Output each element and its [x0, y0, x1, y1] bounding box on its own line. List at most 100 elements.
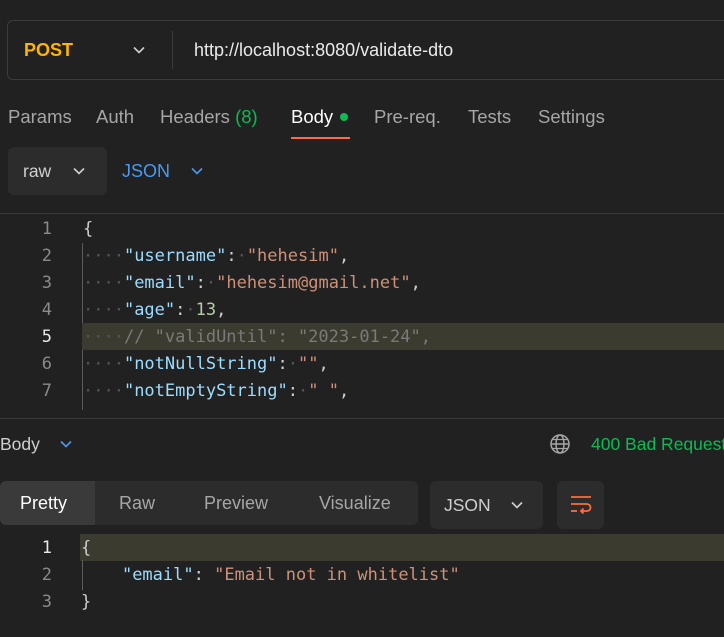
code-line[interactable]: ····"notEmptyString":·" ", — [83, 381, 349, 401]
view-tab-preview[interactable]: Preview — [204, 481, 268, 525]
tab-params[interactable]: Params — [8, 104, 72, 130]
indent-dots: · — [287, 354, 298, 374]
line-number: 6 — [41, 354, 52, 374]
indent-dots: ···· — [83, 381, 124, 401]
editor-divider — [0, 213, 724, 214]
body-language-select[interactable]: JSON — [122, 147, 170, 195]
line-number: 3 — [41, 592, 52, 612]
indent-dots: ···· — [83, 273, 124, 293]
brace: { — [83, 219, 94, 239]
json-value: " " — [308, 381, 339, 401]
tab-settings[interactable]: Settings — [538, 104, 605, 130]
indent-dots: · — [205, 273, 217, 293]
colon: : — [226, 246, 237, 266]
tab-headers[interactable]: Headers (8) — [160, 104, 258, 130]
view-tab-visualize[interactable]: Visualize — [319, 481, 391, 525]
chevron-down-icon[interactable] — [58, 436, 74, 452]
comma: , — [338, 246, 350, 266]
json-key: "notEmptyString" — [123, 381, 288, 401]
status-badge[interactable]: 400 Bad Request — [591, 433, 724, 455]
url-input[interactable]: http://localhost:8080/validate-dto — [194, 21, 453, 79]
tab-body[interactable]: Body — [291, 104, 349, 130]
wrap-lines-icon — [571, 496, 592, 515]
chevron-down-icon[interactable] — [190, 164, 204, 178]
brace: { — [81, 538, 92, 558]
indent-dots: · — [297, 381, 309, 401]
colon: : — [175, 300, 186, 320]
line-number: 2 — [41, 565, 52, 585]
body-type-select[interactable]: raw — [8, 147, 107, 195]
response-section-label[interactable]: Body — [0, 434, 40, 454]
code-line[interactable]: ····"email":·"hehesim@gmail.net", — [83, 273, 421, 293]
body-modified-dot — [340, 113, 349, 121]
colon: : — [277, 354, 288, 374]
tab-label: Body — [291, 106, 334, 127]
chevron-down-icon[interactable] — [132, 43, 146, 57]
method-select[interactable]: POST — [24, 21, 73, 79]
json-key: "email" — [121, 565, 194, 585]
tab-tests[interactable]: Tests — [468, 104, 511, 130]
headers-count-badge: (8) — [235, 106, 258, 127]
line-number: 3 — [41, 273, 52, 293]
json-value: "hehesim" — [246, 246, 339, 266]
json-value: "Email not in whitelist" — [214, 565, 460, 585]
line-number: 1 — [41, 538, 52, 558]
code-line[interactable]: ····"age":·13, — [83, 300, 226, 320]
code-comment: // "validUntil": "2023-01-24", — [123, 327, 431, 347]
json-key: "username" — [123, 246, 227, 266]
line-number: 1 — [41, 219, 52, 239]
json-value: 13 — [195, 300, 217, 320]
tab-label: Params — [8, 106, 72, 127]
tab-label: Auth — [96, 106, 135, 127]
line-number: 7 — [41, 381, 52, 401]
colon: : — [195, 273, 206, 293]
comma: , — [410, 273, 421, 293]
colon: : — [287, 381, 298, 401]
json-value: "hehesim@gmail.net" — [216, 273, 411, 293]
indent-dots: ···· — [83, 354, 124, 374]
code-line[interactable]: { — [83, 219, 93, 239]
tab-label: Settings — [538, 106, 605, 127]
json-key: "notNullString" — [123, 354, 278, 374]
active-line-highlight — [80, 534, 724, 561]
request-url-bar: POST http://localhost:8080/validate-dto — [7, 20, 724, 80]
indent-dots: · — [185, 300, 196, 320]
view-tab-raw[interactable]: Raw — [119, 481, 155, 525]
tab-label: Headers — [160, 106, 230, 127]
line-number: 2 — [41, 246, 52, 266]
code-line[interactable]: ····// "validUntil": "2023-01-24", — [83, 327, 431, 347]
pane-resize-handle[interactable] — [0, 418, 724, 419]
code-line[interactable]: ····"username":·"hehesim", — [83, 246, 349, 266]
body-type-label: raw — [23, 161, 52, 181]
comma: , — [318, 354, 329, 374]
comma: , — [338, 381, 350, 401]
indent-dots: · — [236, 246, 247, 266]
tab-label: Tests — [468, 106, 512, 127]
line-number: 5 — [41, 327, 52, 347]
brace: } — [81, 592, 92, 612]
response-format-label: JSON — [444, 495, 491, 515]
tab-prereq[interactable]: Pre-req. — [374, 104, 441, 130]
response-format-select[interactable]: JSON — [430, 481, 543, 529]
url-divider — [172, 31, 173, 69]
active-tab-indicator — [291, 137, 350, 139]
indent-dots: ···· — [83, 327, 124, 347]
json-key: "email" — [123, 273, 196, 293]
tab-auth[interactable]: Auth — [96, 104, 134, 130]
line-number: 4 — [41, 300, 52, 320]
tab-label: Pre-req. — [374, 106, 441, 127]
chevron-down-icon — [511, 501, 523, 509]
indent-dots: ···· — [83, 246, 124, 266]
comma: , — [216, 300, 227, 320]
colon: : — [193, 565, 215, 585]
response-code-line: "email": "Email not in whitelist" — [81, 565, 460, 585]
view-tab-pretty[interactable]: Pretty — [20, 481, 67, 525]
json-value: "" — [297, 354, 319, 374]
chevron-down-icon — [73, 167, 85, 175]
globe-icon[interactable] — [549, 433, 571, 455]
json-key: "age" — [123, 300, 176, 320]
wrap-lines-button[interactable] — [557, 481, 604, 529]
indent-dots: ···· — [83, 300, 124, 320]
code-line[interactable]: ····"notNullString":·"", — [83, 354, 329, 374]
